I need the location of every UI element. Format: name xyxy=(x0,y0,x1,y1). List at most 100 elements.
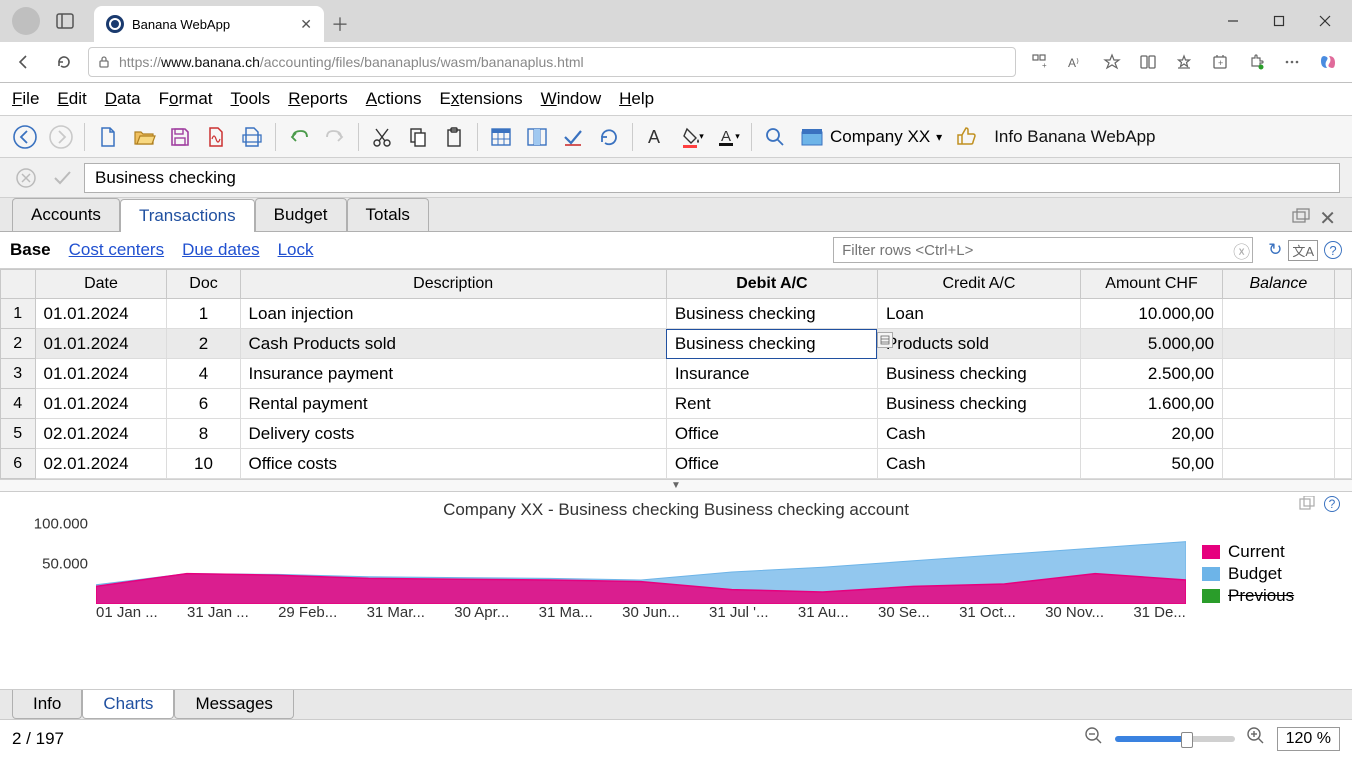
zoom-in-button[interactable] xyxy=(1245,725,1267,752)
table-row[interactable]: 201.01.20242Cash Products soldBusiness c… xyxy=(1,329,1352,359)
cell-credit[interactable]: Business checking xyxy=(877,389,1080,419)
cell-scrollgap[interactable] xyxy=(1334,389,1351,419)
new-tab-button[interactable]: ＋ xyxy=(324,8,356,40)
view-base[interactable]: Base xyxy=(10,240,51,260)
new-file-button[interactable] xyxy=(91,120,125,154)
accept-edit-button[interactable] xyxy=(48,164,76,192)
col-description[interactable]: Description xyxy=(240,270,666,299)
cell-credit[interactable]: Business checking xyxy=(877,359,1080,389)
close-view-icon[interactable]: ✕ xyxy=(1319,206,1336,231)
favorites-icon[interactable] xyxy=(1096,46,1128,78)
link-due-dates[interactable]: Due dates xyxy=(182,240,260,260)
translate-icon[interactable]: 文A xyxy=(1288,240,1318,261)
cell-date[interactable]: 01.01.2024 xyxy=(35,299,167,329)
bottom-tab-charts[interactable]: Charts xyxy=(82,690,174,719)
cell-credit[interactable]: Cash xyxy=(877,419,1080,449)
cell-credit[interactable]: Cash xyxy=(877,449,1080,479)
tab-accounts[interactable]: Accounts xyxy=(12,198,120,231)
cell-doc[interactable]: 2 xyxy=(167,329,240,359)
maximize-button[interactable] xyxy=(1256,5,1302,37)
legend-item[interactable]: Current xyxy=(1202,542,1332,562)
menu-format[interactable]: Format xyxy=(159,89,213,109)
row-number[interactable]: 5 xyxy=(1,419,36,449)
bottom-tab-messages[interactable]: Messages xyxy=(174,690,293,719)
table-row[interactable]: 602.01.202410Office costsOfficeCash50,00 xyxy=(1,449,1352,479)
cell-balance[interactable] xyxy=(1223,419,1335,449)
cell-debit[interactable]: Business checking xyxy=(666,329,877,359)
cell-scrollgap[interactable] xyxy=(1334,449,1351,479)
table-row[interactable]: 401.01.20246Rental paymentRentBusiness c… xyxy=(1,389,1352,419)
export-pdf-button[interactable] xyxy=(199,120,233,154)
cell-description[interactable]: Cash Products sold xyxy=(240,329,666,359)
back-button[interactable] xyxy=(8,46,40,78)
table-row[interactable]: 101.01.20241Loan injectionBusiness check… xyxy=(1,299,1352,329)
row-number[interactable]: 6 xyxy=(1,449,36,479)
chart-plot[interactable]: 100.000 50.000 01 Jan ...31 Jan ...29 Fe… xyxy=(20,524,1186,624)
menu-actions[interactable]: Actions xyxy=(366,89,422,109)
reload-button[interactable] xyxy=(48,46,80,78)
tab-budget[interactable]: Budget xyxy=(255,198,347,231)
tab-transactions[interactable]: Transactions xyxy=(120,199,255,232)
table-row[interactable]: 502.01.20248Delivery costsOfficeCash20,0… xyxy=(1,419,1352,449)
cell-date[interactable]: 02.01.2024 xyxy=(35,449,167,479)
menu-help[interactable]: Help xyxy=(619,89,654,109)
col-amount[interactable]: Amount CHF xyxy=(1080,270,1222,299)
app-icon[interactable]: + xyxy=(1024,46,1056,78)
cell-description[interactable]: Rental payment xyxy=(240,389,666,419)
tab-actions-icon[interactable] xyxy=(56,13,74,29)
corner-header[interactable] xyxy=(1,270,36,299)
open-file-button[interactable] xyxy=(127,120,161,154)
close-window-button[interactable] xyxy=(1302,5,1348,37)
cut-button[interactable] xyxy=(365,120,399,154)
menu-reports[interactable]: Reports xyxy=(288,89,348,109)
save-button[interactable] xyxy=(163,120,197,154)
cell-debit[interactable]: Rent xyxy=(666,389,877,419)
col-date[interactable]: Date xyxy=(35,270,167,299)
cell-balance[interactable] xyxy=(1223,299,1335,329)
minimize-button[interactable] xyxy=(1210,5,1256,37)
row-number[interactable]: 1 xyxy=(1,299,36,329)
cell-debit[interactable]: Insurance xyxy=(666,359,877,389)
profile-avatar[interactable] xyxy=(12,7,40,35)
nav-forward-button[interactable] xyxy=(44,120,78,154)
table-row[interactable]: 301.01.20244Insurance paymentInsuranceBu… xyxy=(1,359,1352,389)
cell-description[interactable]: Office costs xyxy=(240,449,666,479)
cell-doc[interactable]: 6 xyxy=(167,389,240,419)
browser-tab[interactable]: Banana WebApp ✕ xyxy=(94,6,324,42)
menu-tools[interactable]: Tools xyxy=(231,89,271,109)
help-icon[interactable]: ? xyxy=(1324,241,1342,259)
read-aloud-icon[interactable]: A⁾ xyxy=(1060,46,1092,78)
col-doc[interactable]: Doc xyxy=(167,270,240,299)
col-credit[interactable]: Credit A/C xyxy=(877,270,1080,299)
text-color-button[interactable]: A▾ xyxy=(711,120,745,154)
cell-amount[interactable]: 50,00 xyxy=(1080,449,1222,479)
cell-scrollgap[interactable] xyxy=(1334,329,1351,359)
row-number[interactable]: 2 xyxy=(1,329,36,359)
cell-balance[interactable] xyxy=(1223,329,1335,359)
cell-doc[interactable]: 8 xyxy=(167,419,240,449)
link-cost-centers[interactable]: Cost centers xyxy=(69,240,164,260)
cell-date[interactable]: 01.01.2024 xyxy=(35,359,167,389)
col-balance[interactable]: Balance xyxy=(1223,270,1335,299)
clear-filter-icon[interactable]: ⓧ xyxy=(1233,238,1250,263)
favorites-bar-icon[interactable] xyxy=(1168,46,1200,78)
formula-input[interactable] xyxy=(84,163,1340,193)
cell-scrollgap[interactable] xyxy=(1334,359,1351,389)
cell-doc[interactable]: 4 xyxy=(167,359,240,389)
menu-data[interactable]: Data xyxy=(105,89,141,109)
filter-input[interactable] xyxy=(833,237,1253,263)
cell-doc[interactable]: 10 xyxy=(167,449,240,479)
refresh-filter-icon[interactable]: ↻ xyxy=(1268,240,1282,260)
cancel-edit-button[interactable] xyxy=(12,164,40,192)
table-view-button[interactable] xyxy=(484,120,518,154)
cell-amount[interactable]: 10.000,00 xyxy=(1080,299,1222,329)
paste-button[interactable] xyxy=(437,120,471,154)
cell-date[interactable]: 02.01.2024 xyxy=(35,419,167,449)
cell-amount[interactable]: 20,00 xyxy=(1080,419,1222,449)
tab-totals[interactable]: Totals xyxy=(347,198,429,231)
cell-date[interactable]: 01.01.2024 xyxy=(35,329,167,359)
extensions-icon[interactable] xyxy=(1240,46,1272,78)
cell-amount[interactable]: 2.500,00 xyxy=(1080,359,1222,389)
more-icon[interactable] xyxy=(1276,46,1308,78)
cell-description[interactable]: Delivery costs xyxy=(240,419,666,449)
